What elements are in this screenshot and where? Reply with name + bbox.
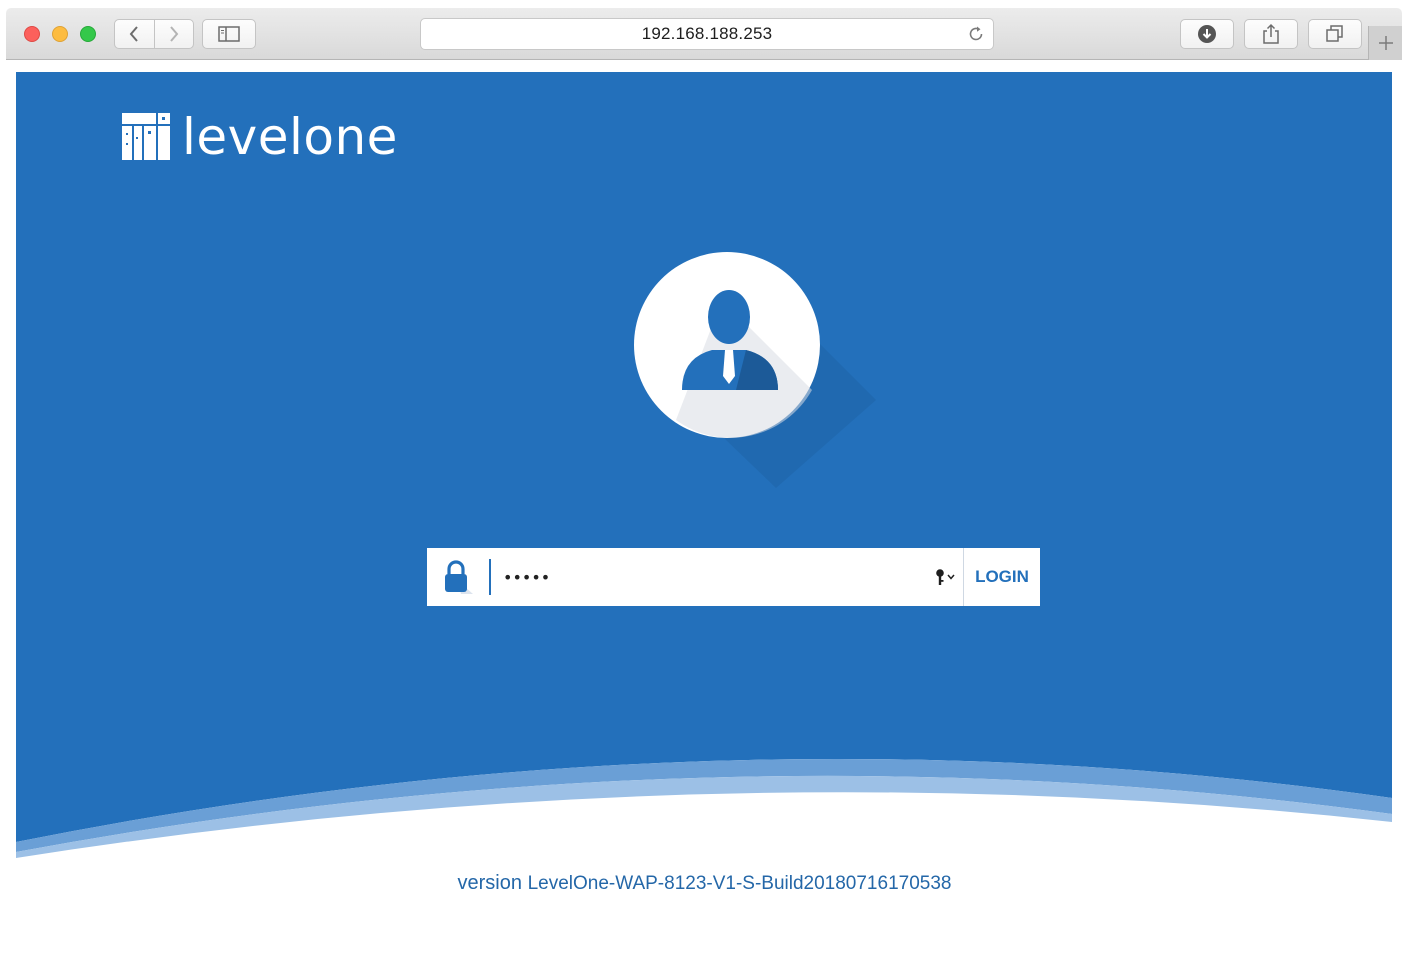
maximize-window-button[interactable] (80, 26, 96, 42)
password-autofill-button[interactable] (929, 548, 963, 606)
forward-button[interactable] (153, 20, 193, 48)
version-label: version (457, 872, 522, 894)
address-bar[interactable]: 192.168.188.253 (420, 18, 994, 50)
share-button[interactable] (1244, 19, 1298, 49)
tabs-icon (1326, 25, 1343, 42)
minimize-window-button[interactable] (52, 26, 68, 42)
reload-icon (969, 26, 983, 41)
levelone-logo-mark (122, 113, 170, 160)
download-icon (1198, 25, 1216, 43)
lock-icon (445, 560, 473, 594)
sidebar-icon (218, 26, 240, 42)
share-icon (1263, 23, 1279, 44)
user-avatar-icon (634, 252, 876, 488)
key-icon (936, 569, 955, 585)
url-text: 192.168.188.253 (641, 24, 773, 43)
version-info: version LevelOne-WAP-8123-V1-S-Build2018… (0, 872, 1409, 895)
tab-overview-button[interactable] (1308, 19, 1362, 49)
firmware-build: LevelOne-WAP-8123-V1-S-Build201807161705… (527, 873, 952, 894)
plus-icon (1378, 36, 1393, 50)
login-form: LOGIN (427, 548, 1040, 606)
history-nav-group (114, 19, 194, 49)
close-window-button[interactable] (24, 26, 40, 42)
lock-zone (427, 548, 489, 606)
chevron-left-icon (130, 26, 139, 42)
brand-name: levelone (182, 108, 398, 166)
login-button[interactable]: LOGIN (964, 548, 1040, 606)
chevron-right-icon (170, 26, 179, 42)
browser-toolbar: 192.168.188.253 (6, 8, 1402, 60)
levelone-logo: levelone (122, 112, 398, 162)
sidebar-button[interactable] (202, 19, 256, 49)
password-input[interactable] (491, 548, 929, 606)
back-button[interactable] (115, 20, 154, 48)
reload-button[interactable] (967, 25, 985, 48)
downloads-button[interactable] (1180, 19, 1234, 49)
login-page: levelone LOGIN (16, 72, 1392, 970)
new-tab-button[interactable] (1368, 26, 1402, 60)
